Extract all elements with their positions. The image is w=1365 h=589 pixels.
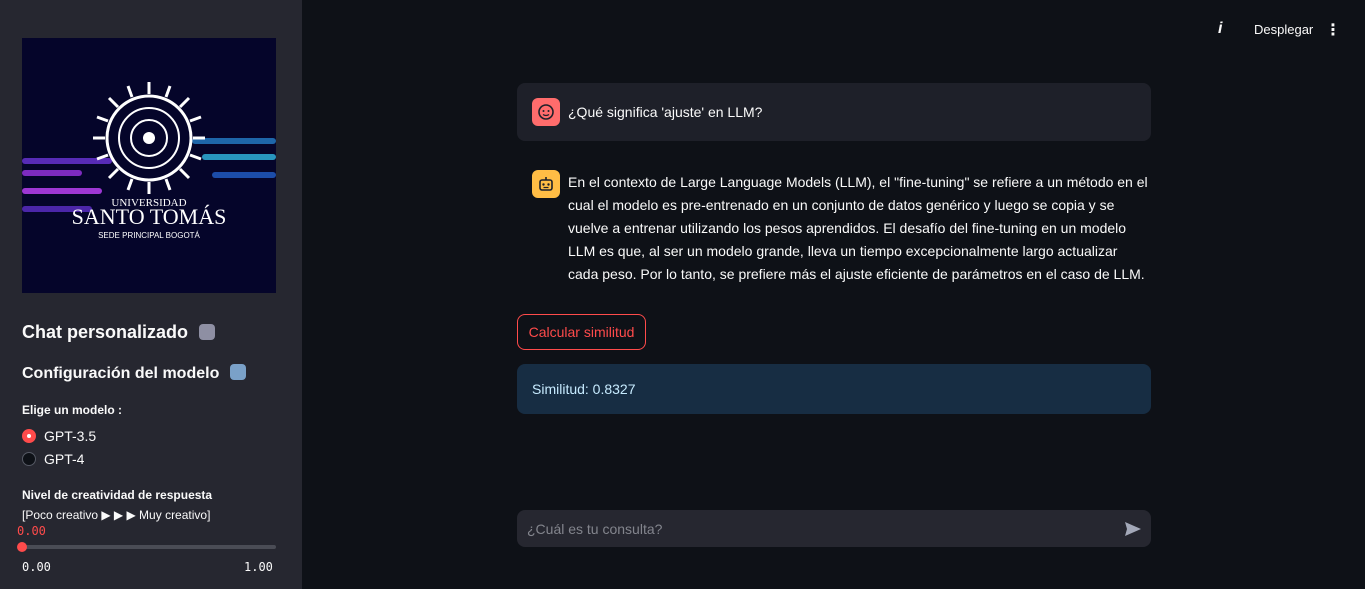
slider-max-label: 1.00	[244, 560, 273, 574]
university-logo: UNIVERSIDAD SANTO TOMÁS SEDE PRINCIPAL B…	[22, 38, 276, 293]
creativity-slider-track[interactable]	[22, 545, 276, 549]
info-icon[interactable]: i	[1218, 20, 1222, 38]
send-icon[interactable]	[1115, 510, 1151, 547]
user-message: ¿Qué significa 'ajuste' en LLM?	[517, 83, 1151, 141]
chat-input[interactable]	[527, 520, 1115, 537]
sidebar-subtitle-text: Configuración del modelo	[22, 365, 220, 382]
radio-selected-icon[interactable]	[22, 429, 36, 443]
creativity-slider-thumb[interactable]	[17, 542, 27, 552]
calculate-similarity-button[interactable]: Calcular similitud	[517, 314, 646, 350]
deploy-button[interactable]: Desplegar	[1254, 22, 1313, 37]
creativity-label: Nivel de creatividad de respuesta	[22, 488, 213, 502]
sidebar: UNIVERSIDAD SANTO TOMÁS SEDE PRINCIPAL B…	[0, 0, 302, 589]
similarity-result: Similitud: 0.8327	[517, 364, 1151, 414]
chat-input-container	[517, 510, 1151, 547]
config-icon	[229, 364, 246, 380]
slider-min-label: 0.00	[22, 560, 51, 574]
model-option-label: GPT-4	[44, 451, 85, 467]
model-option-gpt4[interactable]: GPT-4	[22, 451, 84, 467]
sidebar-title: Chat personalizado	[22, 322, 216, 343]
radio-unselected-icon[interactable]	[22, 452, 36, 466]
assistant-message-text: En el contexto de Large Language Models …	[568, 174, 1148, 282]
logo-line2: SANTO TOMÁS	[72, 204, 227, 229]
user-message-text: ¿Qué significa 'ajuste' en LLM?	[568, 104, 763, 120]
sidebar-subtitle: Configuración del modelo	[22, 364, 246, 383]
assistant-message: En el contexto de Large Language Models …	[517, 170, 1151, 286]
model-option-gpt35[interactable]: GPT-3.5	[22, 428, 96, 444]
model-option-label: GPT-3.5	[44, 428, 97, 444]
creativity-help: [Poco creativo ▶ ▶ ▶ Muy creativo]	[22, 508, 211, 522]
similarity-result-text: Similitud: 0.8327	[532, 381, 636, 397]
model-select-label: Elige un modelo :	[22, 403, 123, 417]
user-avatar-icon	[532, 98, 560, 126]
sidebar-title-text: Chat personalizado	[22, 322, 189, 342]
slider-current-value: 0.00	[17, 524, 46, 538]
assistant-avatar-icon	[532, 170, 560, 198]
main-menu-icon[interactable]: ⋮	[1325, 20, 1341, 40]
logo-line3: SEDE PRINCIPAL BOGOTÁ	[98, 231, 200, 240]
university-seal-icon: UNIVERSIDAD SANTO TOMÁS SEDE PRINCIPAL B…	[72, 82, 227, 240]
robot-icon	[199, 324, 216, 340]
